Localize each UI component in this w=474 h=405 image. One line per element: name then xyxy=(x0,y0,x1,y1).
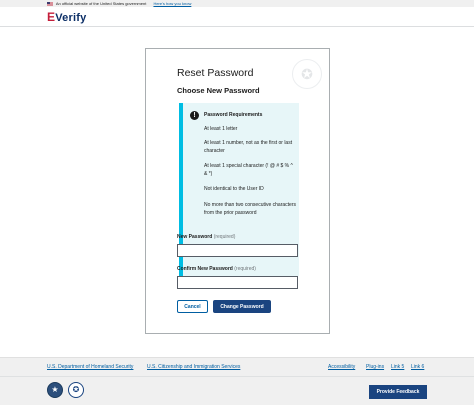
footer-link-6[interactable]: Link 6 xyxy=(411,364,424,370)
dhs-seal-icon: ★ xyxy=(47,382,63,398)
requirement-item: At least 1 number, not as the first or l… xyxy=(204,140,293,154)
logo-text: Verify xyxy=(55,12,87,24)
reset-password-card: ✪ Reset Password Choose New Password ! P… xyxy=(145,48,330,334)
required-indicator: (required) xyxy=(213,234,236,240)
confirm-password-label: Confirm New Password (required) xyxy=(177,266,256,272)
us-flag-icon xyxy=(47,1,53,6)
footer-link-5[interactable]: Link 5 xyxy=(391,364,404,370)
heres-how-you-know-link[interactable]: Here's how you know xyxy=(153,1,191,6)
gov-banner: An official website of the United States… xyxy=(0,0,474,7)
e-verify-logo[interactable]: EVerify xyxy=(47,10,86,24)
uscis-seal-icon: ✪ xyxy=(68,382,84,398)
section-title: Choose New Password xyxy=(177,86,260,95)
footer-divider xyxy=(0,376,474,377)
site-header: EVerify xyxy=(0,7,474,27)
requirement-item: No more than two consecutive characters … xyxy=(204,202,296,216)
confirm-password-label-text: Confirm New Password xyxy=(177,266,233,272)
new-password-input[interactable] xyxy=(177,244,298,257)
required-indicator: (required) xyxy=(234,266,256,272)
alert-icon: ! xyxy=(190,111,199,120)
requirements-heading: Password Requirements xyxy=(204,112,263,118)
footer-link-dhs[interactable]: U.S. Department of Homeland Security xyxy=(47,364,133,370)
seal-watermark-icon: ✪ xyxy=(292,59,322,89)
confirm-password-input[interactable] xyxy=(177,276,298,289)
requirement-item: At least 1 special character (! @ # $ % … xyxy=(204,163,293,177)
footer-link-uscis[interactable]: U.S. Citizenship and Immigration Service… xyxy=(147,364,240,370)
logo-mark: E xyxy=(47,10,56,24)
requirement-item: Not identical to the User ID xyxy=(204,186,264,192)
page-title: Reset Password xyxy=(177,67,254,79)
requirement-item: At least 1 letter xyxy=(204,126,238,132)
gov-banner-text: An official website of the United States… xyxy=(55,1,147,6)
site-footer: U.S. Department of Homeland Security U.S… xyxy=(0,357,474,405)
footer-link-accessibility[interactable]: Accessibility xyxy=(328,364,355,370)
provide-feedback-button[interactable]: Provide Feedback xyxy=(369,385,427,399)
new-password-label-text: New Password xyxy=(177,234,213,240)
new-password-label: New Password (required) xyxy=(177,234,235,240)
cancel-button[interactable]: Cancel xyxy=(177,300,208,313)
change-password-button[interactable]: Change Password xyxy=(213,300,271,313)
footer-link-plugins[interactable]: Plug-ins xyxy=(366,364,384,370)
